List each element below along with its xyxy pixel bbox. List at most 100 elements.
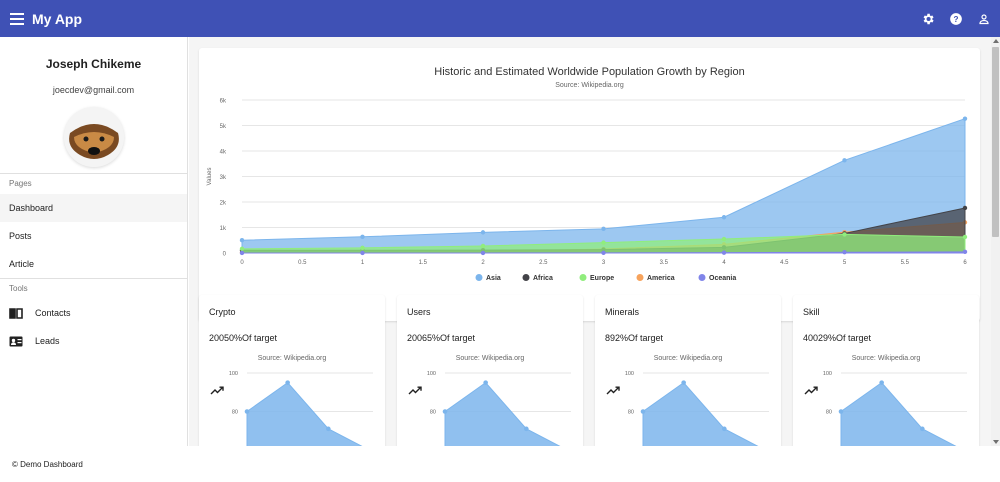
population-chart: Historic and Estimated Worldwide Populat… — [207, 66, 974, 316]
stat-card-crypto: Crypto 200 50%Of target Source: Wikipedi… — [199, 295, 385, 446]
sidebar-item-label: Leads — [35, 336, 60, 346]
y-tick-label: 4k — [220, 150, 227, 156]
y-tick-label: 80 — [628, 410, 634, 416]
legend-label-oceania: Oceania — [709, 275, 736, 282]
x-tick-label: 1 — [361, 260, 365, 266]
x-tick-label: 3.5 — [660, 260, 669, 266]
y-tick-label: 6k — [220, 99, 227, 105]
y-tick-label: 0 — [223, 252, 227, 258]
stat-data-point — [920, 426, 925, 432]
menu-icon[interactable] — [10, 12, 24, 25]
pages-section-label: Pages — [9, 179, 32, 188]
data-point-asia — [601, 226, 606, 232]
stat-value: 200 — [209, 333, 225, 343]
sidebar-item-posts[interactable]: Posts — [0, 222, 187, 250]
stat-chart: Source: Wikipedia.org6080100 — [229, 355, 373, 446]
data-point-europe — [601, 240, 606, 245]
data-point-asia — [360, 234, 365, 240]
y-tick-label: 80 — [430, 410, 436, 416]
x-tick-label: 4.5 — [780, 260, 789, 266]
profile-name: Joseph Chikeme — [45, 57, 142, 71]
x-tick-label: 2 — [481, 260, 485, 266]
chart-title: Historic and Estimated Worldwide Populat… — [434, 66, 744, 78]
stat-chart: Source: Wikipedia.org6080100 — [625, 355, 769, 446]
data-point-europe — [239, 246, 245, 252]
y-tick-label: 100 — [625, 371, 634, 377]
scrollbar-thumb[interactable] — [992, 47, 999, 237]
scroll-down-arrow-icon[interactable] — [993, 440, 999, 444]
x-tick-label: 1.5 — [419, 260, 428, 266]
stat-value: 200 — [407, 333, 423, 343]
stat-chart-subtitle: Source: Wikipedia.org — [258, 355, 327, 362]
y-tick-label: 100 — [823, 371, 832, 377]
stat-data-point — [326, 426, 331, 432]
main-content: Historic and Estimated Worldwide Populat… — [189, 37, 991, 446]
y-tick-label: 100 — [427, 371, 436, 377]
data-point-asia — [962, 116, 968, 121]
legend-label-europe: Europe — [590, 275, 614, 282]
data-point-asia — [480, 230, 486, 235]
stat-card-line: 8 92%Of target — [605, 333, 664, 395]
x-tick-label: 5 — [843, 260, 847, 266]
sidebar-item-article[interactable]: Article — [0, 250, 187, 278]
y-tick-label: 80 — [232, 410, 238, 416]
legend-marker-europe — [579, 274, 587, 281]
tools-section-label: Tools — [9, 284, 28, 293]
sidebar: Joseph Chikeme joecdev@gmail.com Pages D… — [0, 37, 188, 446]
x-tick-label: 4 — [722, 260, 726, 266]
legend-label-africa: Africa — [533, 275, 553, 282]
data-point-oceania — [601, 250, 606, 256]
sidebar-item-leads[interactable]: Leads — [0, 327, 187, 355]
sidebar-item-label: Contacts — [35, 308, 71, 318]
y-tick-label: 80 — [826, 410, 832, 416]
stat-data-point — [722, 426, 727, 432]
x-tick-label: 6 — [963, 260, 967, 266]
stat-card-line: 200 50%Of target — [209, 333, 278, 395]
sidebar-item-label: Dashboard — [9, 203, 54, 213]
main-scrollbar[interactable] — [991, 37, 1000, 446]
stat-value: 400 — [803, 333, 819, 343]
app-bar: My App ? — [0, 0, 1000, 37]
x-tick-label: 5.5 — [901, 260, 910, 266]
stat-card-title: Crypto — [209, 307, 236, 317]
y-tick-label: 5k — [220, 124, 227, 130]
sidebar-item-contacts[interactable]: Contacts — [0, 299, 187, 327]
help-icon[interactable]: ? — [948, 11, 964, 27]
legend-label-america: America — [647, 275, 675, 282]
data-point-africa — [962, 205, 968, 211]
scroll-up-arrow-icon[interactable] — [993, 39, 999, 43]
stat-data-point — [681, 380, 686, 385]
stat-target: 92%Of target — [610, 333, 664, 343]
stat-data-point — [442, 409, 448, 414]
gear-icon[interactable] — [920, 11, 936, 27]
stat-area — [444, 381, 561, 446]
data-point-europe — [962, 234, 968, 240]
stat-card-title: Skill — [803, 307, 820, 317]
stat-area — [840, 381, 957, 446]
legend-marker-oceania — [698, 274, 706, 281]
stat-card-skill: Skill 400 29%Of target Source: Wikipedia… — [793, 295, 979, 446]
data-point-oceania — [721, 250, 727, 255]
stat-target: 29%Of target — [818, 333, 872, 343]
data-point-asia — [239, 237, 245, 243]
legend-marker-africa — [522, 274, 530, 281]
svg-text:?: ? — [954, 14, 959, 23]
sidebar-item-dashboard[interactable]: Dashboard — [0, 194, 187, 222]
contact-card-icon — [9, 335, 23, 347]
data-point-oceania — [239, 250, 245, 256]
data-point-europe — [842, 232, 847, 237]
stat-card-title: Minerals — [605, 307, 640, 317]
stat-chart-subtitle: Source: Wikipedia.org — [654, 355, 723, 362]
data-point-oceania — [480, 250, 486, 256]
data-point-europe — [480, 243, 486, 249]
stat-target: 50%Of target — [224, 333, 278, 343]
avatar[interactable] — [63, 107, 124, 167]
profile-email: joecdev@gmail.com — [52, 85, 135, 95]
legend-marker-asia — [475, 274, 483, 281]
account-icon[interactable] — [976, 11, 992, 27]
stat-chart: Source: Wikipedia.org6080100 — [427, 355, 571, 446]
book-icon — [9, 307, 23, 319]
y-tick-label: 3k — [220, 175, 227, 181]
y-tick-label: 1k — [220, 226, 227, 232]
stat-area — [246, 381, 363, 446]
